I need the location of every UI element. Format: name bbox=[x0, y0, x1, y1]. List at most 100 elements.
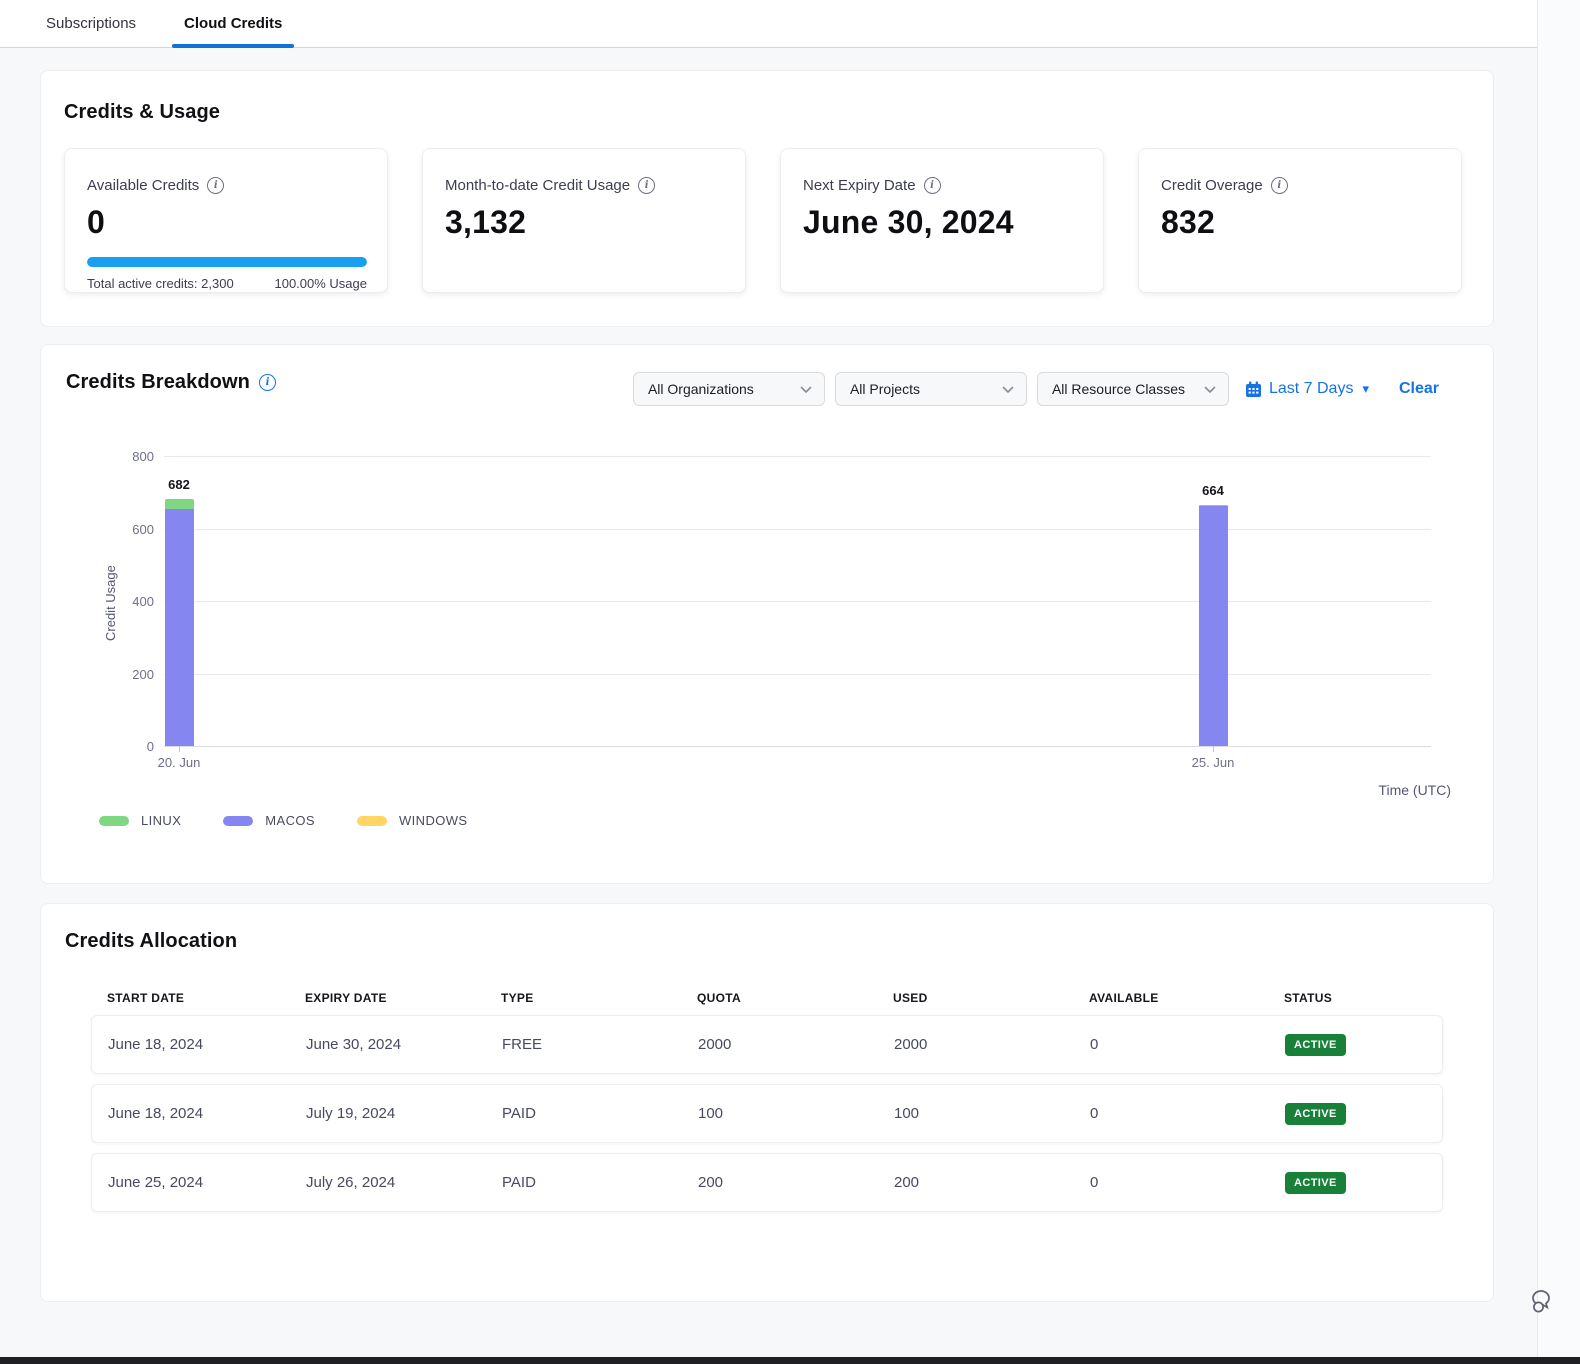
legend-item-linux[interactable]: LINUX bbox=[99, 813, 181, 828]
stat-card-footer: Total active credits: 2,300 100.00% Usage bbox=[87, 276, 367, 291]
stat-card-value: 832 bbox=[1161, 204, 1439, 241]
y-axis-tick-label: 400 bbox=[112, 594, 154, 609]
stat-card-label-row: Credit Overage i bbox=[1161, 177, 1439, 194]
table-row: June 18, 2024July 19, 2024PAID1001000ACT… bbox=[91, 1084, 1443, 1143]
cell-expiry: July 19, 2024 bbox=[306, 1105, 502, 1122]
column-header-type: TYPE bbox=[501, 991, 697, 1005]
info-icon[interactable]: i bbox=[207, 177, 224, 194]
cell-type: PAID bbox=[502, 1105, 698, 1122]
tab-subscriptions[interactable]: Subscriptions bbox=[22, 0, 160, 47]
tab-cloud-credits[interactable]: Cloud Credits bbox=[160, 0, 306, 47]
stat-cards-row: Available Credits i 0 Total active credits:… bbox=[64, 148, 1470, 293]
x-axis-tick-label: 20. Jun bbox=[144, 755, 214, 770]
cell-available: 0 bbox=[1090, 1174, 1285, 1191]
credits-allocation-title: Credits Allocation bbox=[65, 930, 1469, 953]
x-axis-tick-label: 25. Jun bbox=[1178, 755, 1248, 770]
total-active-credits-text: Total active credits: 2,300 bbox=[87, 276, 234, 291]
window-bottom-edge bbox=[0, 1357, 1580, 1364]
gridline-y-200 bbox=[164, 674, 1431, 675]
cell-quota: 200 bbox=[698, 1174, 894, 1191]
cell-status: ACTIVE bbox=[1285, 1103, 1442, 1125]
legend-swatch bbox=[357, 816, 387, 826]
gridline-y-400 bbox=[164, 601, 1431, 602]
legend-item-macos[interactable]: MACOS bbox=[223, 813, 315, 828]
allocation-table: START DATEEXPIRY DATETYPEQUOTAUSEDAVAILA… bbox=[91, 991, 1443, 1212]
info-icon[interactable]: i bbox=[1271, 177, 1288, 194]
stat-card-3: Credit Overage i 832 bbox=[1138, 148, 1462, 293]
cell-available: 0 bbox=[1090, 1105, 1285, 1122]
legend-item-windows[interactable]: WINDOWS bbox=[357, 813, 468, 828]
bar-value-label: 664 bbox=[1183, 483, 1243, 498]
info-icon[interactable]: i bbox=[924, 177, 941, 194]
stat-card-label: Credit Overage bbox=[1161, 177, 1263, 194]
bar-segment-linux bbox=[165, 499, 194, 509]
column-header-quota: QUOTA bbox=[697, 991, 893, 1005]
stat-card-label-row: Next Expiry Datei bbox=[803, 177, 1081, 194]
info-icon[interactable]: i bbox=[638, 177, 655, 194]
stat-card-label-row: Month-to-date Credit Usage i bbox=[445, 177, 723, 194]
cell-start: June 25, 2024 bbox=[108, 1174, 306, 1191]
table-row: June 18, 2024June 30, 2024FREE200020000A… bbox=[91, 1015, 1443, 1074]
stat-card-value: June 30, 2024 bbox=[803, 204, 1081, 241]
allocation-table-body: June 18, 2024June 30, 2024FREE200020000A… bbox=[91, 1015, 1443, 1212]
stat-card-value: 3,132 bbox=[445, 204, 723, 241]
status-badge: ACTIVE bbox=[1285, 1172, 1346, 1194]
usage-percent-text: 100.00% Usage bbox=[274, 276, 367, 291]
cell-quota: 2000 bbox=[698, 1036, 894, 1053]
x-axis-tick-mark bbox=[179, 746, 180, 752]
stat-card-label: Month-to-date Credit Usage bbox=[445, 177, 630, 194]
table-row: June 25, 2024July 26, 2024PAID2002000ACT… bbox=[91, 1153, 1443, 1212]
chart-legend: LINUX MACOS WINDOWS bbox=[99, 813, 467, 828]
stat-card-label: Available Credits bbox=[87, 177, 199, 194]
credits-usage-title: Credits & Usage bbox=[64, 101, 1470, 124]
column-header-expiry-date: EXPIRY DATE bbox=[305, 991, 501, 1005]
cell-used: 2000 bbox=[894, 1036, 1090, 1053]
cell-status: ACTIVE bbox=[1285, 1034, 1442, 1056]
cell-status: ACTIVE bbox=[1285, 1172, 1442, 1194]
gridline-y-600 bbox=[164, 529, 1431, 530]
cell-expiry: June 30, 2024 bbox=[306, 1036, 502, 1053]
legend-label: MACOS bbox=[265, 813, 315, 828]
tab-bar: Subscriptions Cloud Credits bbox=[0, 0, 1537, 48]
cell-type: FREE bbox=[502, 1036, 698, 1053]
cell-quota: 100 bbox=[698, 1105, 894, 1122]
scrollbar-gutter[interactable] bbox=[1537, 0, 1580, 1357]
stat-card-2: Next Expiry Datei June 30, 2024 bbox=[780, 148, 1104, 293]
gridline-y-800 bbox=[164, 456, 1431, 457]
y-axis-tick-label: 800 bbox=[112, 449, 154, 464]
legend-swatch bbox=[223, 816, 253, 826]
gridline-y-0 bbox=[164, 746, 1431, 747]
cell-type: PAID bbox=[502, 1174, 698, 1191]
cell-used: 200 bbox=[894, 1174, 1090, 1191]
y-axis-tick-label: 200 bbox=[112, 667, 154, 682]
stat-card-value: 0 bbox=[87, 204, 365, 241]
legend-label: WINDOWS bbox=[399, 813, 468, 828]
bar-segment-macos bbox=[165, 509, 194, 746]
credit-usage-chart: 0200400600800Credit Usage68220. Jun66425… bbox=[41, 345, 1493, 883]
cell-used: 100 bbox=[894, 1105, 1090, 1122]
chat-bubbles-icon[interactable] bbox=[1529, 1287, 1559, 1317]
status-badge: ACTIVE bbox=[1285, 1103, 1346, 1125]
y-axis-tick-label: 0 bbox=[112, 739, 154, 754]
bar-segment-macos bbox=[1199, 506, 1228, 746]
cell-start: June 18, 2024 bbox=[108, 1105, 306, 1122]
stat-card-1: Month-to-date Credit Usage i 3,132 bbox=[422, 148, 746, 293]
legend-label: LINUX bbox=[141, 813, 181, 828]
main-content: Subscriptions Cloud Credits Credits & Us… bbox=[0, 0, 1537, 1302]
legend-swatch bbox=[99, 816, 129, 826]
x-axis-title: Time (UTC) bbox=[1378, 782, 1451, 798]
column-header-status: STATUS bbox=[1284, 991, 1443, 1005]
column-header-available: AVAILABLE bbox=[1089, 991, 1284, 1005]
stat-card-0: Available Credits i 0 Total active credits:… bbox=[64, 148, 388, 293]
y-axis-title: Credit Usage bbox=[103, 565, 118, 641]
column-header-start-date: START DATE bbox=[107, 991, 305, 1005]
cell-start: June 18, 2024 bbox=[108, 1036, 306, 1053]
status-badge: ACTIVE bbox=[1285, 1034, 1346, 1056]
y-axis-tick-label: 600 bbox=[112, 522, 154, 537]
credits-allocation-panel: Credits Allocation START DATEEXPIRY DATE… bbox=[40, 903, 1494, 1302]
credits-progress-bar bbox=[87, 257, 367, 267]
cell-available: 0 bbox=[1090, 1036, 1285, 1053]
allocation-table-header: START DATEEXPIRY DATETYPEQUOTAUSEDAVAILA… bbox=[91, 991, 1443, 1005]
stat-card-label-row: Available Credits i bbox=[87, 177, 365, 194]
cell-expiry: July 26, 2024 bbox=[306, 1174, 502, 1191]
